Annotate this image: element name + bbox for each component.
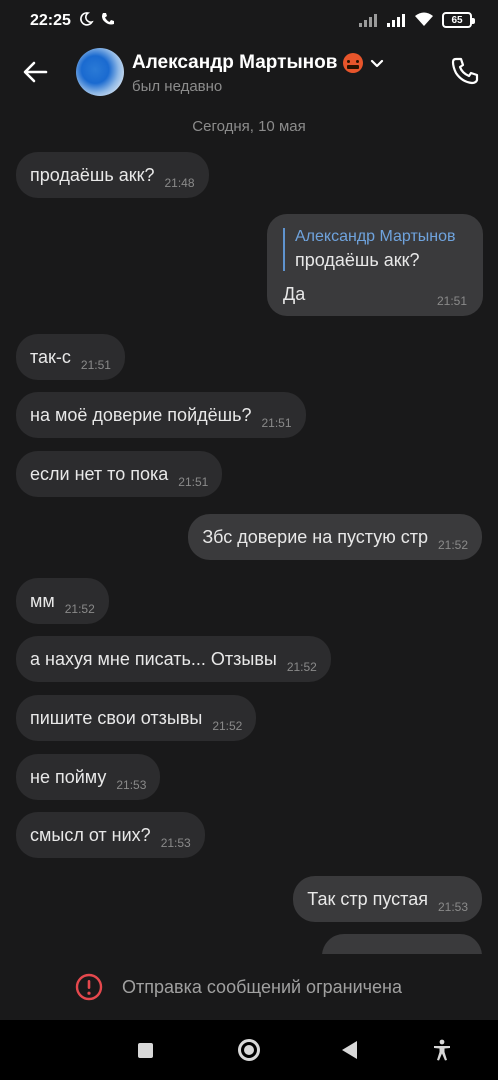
contact-name: Александр Мартынов bbox=[132, 52, 338, 73]
message-time: 21:51 bbox=[436, 294, 467, 308]
message-time: 21:53 bbox=[116, 778, 147, 792]
message-time: 21:52 bbox=[64, 602, 95, 616]
message-text: не пойму bbox=[30, 767, 107, 787]
arrow-left-icon bbox=[23, 61, 48, 83]
status-icons-right: 65 bbox=[358, 12, 475, 28]
angry-face-icon bbox=[343, 53, 364, 73]
message-bubble-reply[interactable]: Александр Мартынов продаёшь акк? Да 21:5… bbox=[267, 214, 483, 316]
message-bubble[interactable]: мм 21:52 bbox=[16, 578, 109, 624]
message-time: 21:52 bbox=[286, 660, 317, 674]
message-bubble[interactable]: не пойму 21:53 bbox=[16, 754, 161, 800]
message-bubble-partial[interactable] bbox=[322, 934, 482, 954]
date-separator: Сегодня, 10 мая bbox=[192, 118, 306, 135]
message-time: 21:51 bbox=[80, 358, 111, 372]
reply-quote-text: продаёшь акк? bbox=[295, 250, 420, 270]
accessibility-icon[interactable] bbox=[430, 1038, 454, 1062]
message-bubble[interactable]: Так стр пустая 21:53 bbox=[293, 876, 482, 922]
phone-status-icon bbox=[102, 13, 114, 25]
message-text: продаёшь акк? bbox=[30, 165, 155, 185]
message-text: Так стр пустая bbox=[307, 889, 428, 909]
reply-quote[interactable]: Александр Мартынов продаёшь акк? bbox=[283, 228, 456, 271]
message-time: 21:52 bbox=[212, 719, 243, 733]
message-bubble[interactable]: Збс доверие на пустую стр 21:52 bbox=[188, 514, 482, 560]
message-text: а нахуя мне писать... Отзывы bbox=[30, 649, 277, 669]
message-time: 21:48 bbox=[164, 176, 195, 190]
warning-icon bbox=[75, 973, 103, 1001]
home-button[interactable] bbox=[238, 1039, 260, 1061]
message-bubble[interactable]: если нет то пока 21:51 bbox=[16, 451, 223, 497]
message-bubble[interactable]: а нахуя мне писать... Отзывы 21:52 bbox=[16, 636, 331, 682]
reply-quote-name: Александр Мартынов bbox=[295, 228, 456, 245]
message-text: мм bbox=[30, 591, 55, 611]
avatar[interactable] bbox=[76, 48, 124, 96]
wifi-icon bbox=[415, 12, 433, 26]
message-time: 21:53 bbox=[160, 836, 191, 850]
contact-name-row[interactable]: Александр Мартынов bbox=[132, 52, 385, 74]
status-icons-left bbox=[78, 11, 116, 27]
message-text: так-с bbox=[30, 347, 71, 367]
restricted-bar: Отправка сообщений ограничена bbox=[0, 954, 498, 1020]
message-text: Збс доверие на пустую стр bbox=[202, 527, 428, 547]
chat-header: Александр Мартынов был недавно bbox=[0, 42, 498, 106]
system-nav-bar bbox=[0, 1020, 498, 1080]
status-bar: 22:25 65 bbox=[0, 0, 498, 42]
back-button[interactable] bbox=[20, 56, 52, 88]
message-text: если нет то пока bbox=[30, 464, 169, 484]
contact-status: был недавно bbox=[132, 78, 223, 95]
message-text: Да bbox=[283, 284, 306, 304]
recents-button[interactable] bbox=[138, 1043, 153, 1058]
system-back-button[interactable] bbox=[342, 1041, 357, 1059]
message-time: 21:53 bbox=[437, 900, 468, 914]
restricted-text: Отправка сообщений ограничена bbox=[122, 977, 402, 997]
message-bubble[interactable]: пишите свои отзывы 21:52 bbox=[16, 695, 257, 741]
signal-icon-2 bbox=[387, 14, 405, 27]
message-text: пишите свои отзывы bbox=[30, 708, 203, 728]
message-time: 21:51 bbox=[261, 416, 292, 430]
message-time: 21:51 bbox=[178, 475, 209, 489]
message-text: смысл от них? bbox=[30, 825, 151, 845]
message-time: 21:52 bbox=[437, 538, 468, 552]
chat-messages[interactable]: Сегодня, 10 мая продаёшь акк? 21:48 Алекс… bbox=[0, 106, 498, 954]
status-time: 22:25 bbox=[30, 12, 71, 29]
call-button[interactable] bbox=[448, 54, 482, 88]
message-bubble[interactable]: так-с 21:51 bbox=[16, 334, 125, 380]
message-bubble[interactable]: на моё доверие пойдёшь? 21:51 bbox=[16, 392, 306, 438]
message-text: на моё доверие пойдёшь? bbox=[30, 405, 252, 425]
phone-icon bbox=[451, 57, 479, 85]
chevron-down-icon bbox=[371, 59, 384, 68]
signal-icon bbox=[359, 14, 377, 27]
message-bubble[interactable]: смысл от них? 21:53 bbox=[16, 812, 205, 858]
message-bubble[interactable]: продаёшь акк? 21:48 bbox=[16, 152, 209, 198]
battery-icon: 65 bbox=[442, 12, 475, 28]
moon-icon bbox=[80, 12, 94, 26]
